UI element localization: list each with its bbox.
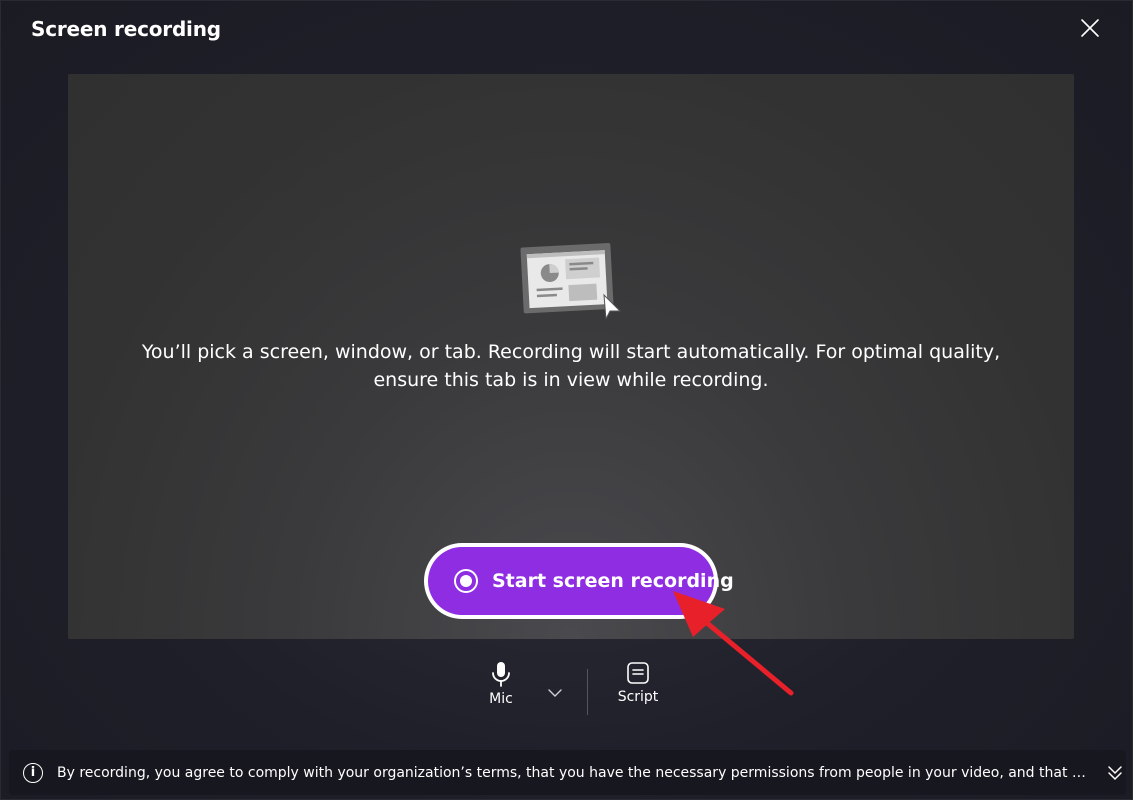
start-button-label: Start screen recording [492,570,734,592]
mic-label: Mic [489,691,513,707]
toolbar-divider [587,669,588,715]
recording-preview: You’ll pick a screen, window, or tab. Re… [68,74,1074,639]
chevron-down-icon[interactable] [547,687,563,699]
mic-button[interactable]: Mic [483,661,519,707]
script-button[interactable]: Script [615,661,661,705]
close-icon [1081,19,1099,37]
start-button-body[interactable]: Start screen recording [428,547,734,615]
screen-illustration-icon [520,242,622,319]
start-screen-recording-button[interactable]: Start screen recording [424,543,734,619]
close-button[interactable] [1073,11,1107,45]
script-label: Script [617,689,659,705]
disclaimer-bar: i By recording, you agree to comply with… [9,750,1126,795]
info-icon: i [23,762,43,783]
dialog-title: Screen recording [31,17,221,41]
disclaimer-text: By recording, you agree to comply with y… [57,764,1087,781]
mic-icon [492,662,510,687]
script-icon [627,662,649,684]
record-icon [454,569,478,593]
screen-recording-dialog: Screen recording You’ll pick a screen, w… [0,0,1133,800]
expand-down-icon[interactable] [1105,763,1125,783]
recording-toolbar: Mic Script [471,661,681,721]
instruction-text: You’ll pick a screen, window, or tab. Re… [141,341,1001,391]
